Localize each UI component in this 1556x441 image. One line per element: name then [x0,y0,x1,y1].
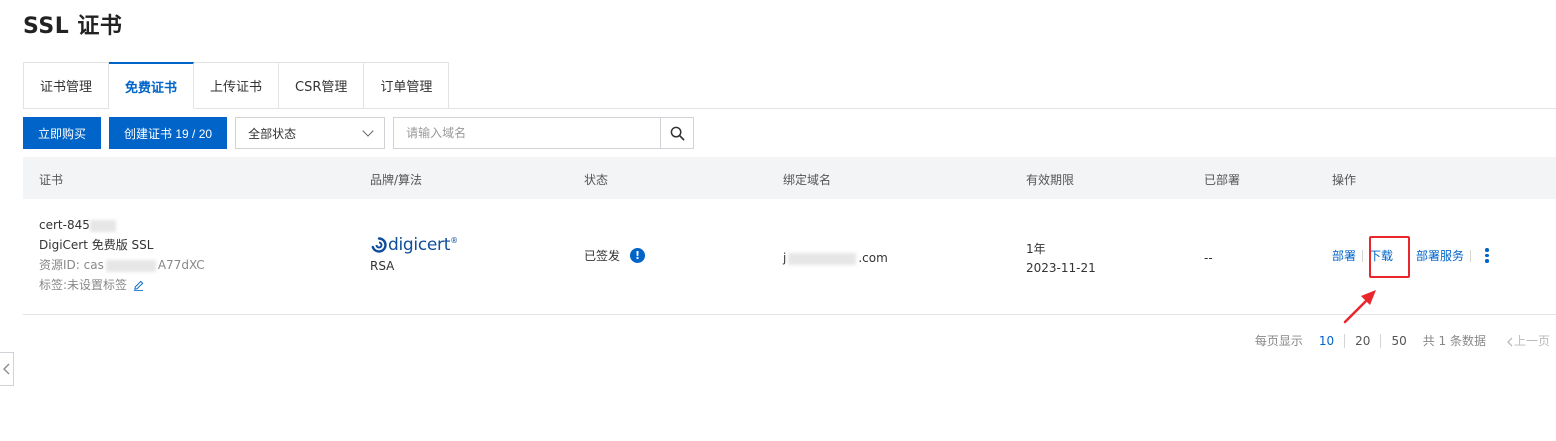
redacted-text [105,259,156,272]
column-header-validity: 有效期限 [1026,173,1075,187]
cert-tags[interactable]: 标签:未设置标签 [39,275,205,295]
tab-free-certs[interactable]: 免费证书 [109,62,195,109]
domain-cell: j .com [783,251,888,265]
cert-name-text: cert-845 [39,218,90,232]
column-header-cert: 证书 [39,173,64,187]
chevron-left-icon [1507,337,1513,346]
validity-period: 1年 [1026,242,1046,256]
tab-csr-management[interactable]: CSR管理 [279,62,365,109]
algorithm: RSA [370,259,395,273]
column-header-domain: 绑定域名 [783,173,832,187]
page-size-20[interactable]: 20 [1345,334,1380,348]
table-row: cert-845 DigiCert 免费版 SSL 资源ID: cas A77dX… [23,199,1556,315]
prev-page-label: 上一页 [1513,334,1550,348]
cert-name: cert-845 [39,215,205,235]
column-header-deployed: 已部署 [1204,173,1241,187]
column-header-actions: 操作 [1332,173,1357,187]
status-filter-select[interactable]: 全部状态 [235,117,386,149]
brand-info: digicert ® RSA [370,235,458,273]
domain-suffix: .com [858,251,888,265]
divider [1362,249,1364,262]
search-icon [670,126,684,140]
deploy-service-link[interactable]: 部署服务 [1416,247,1464,264]
column-header-brand: 品牌/算法 [370,173,423,187]
validity-date: 2023-11-21 [1026,261,1096,275]
resource-id-suffix: A77dXC [157,258,205,272]
cert-table: 证书 品牌/算法 状态 绑定域名 有效期限 已部署 操作 cert-845 Di… [23,157,1556,315]
page-size-10[interactable]: 10 [1309,334,1344,348]
more-actions-icon[interactable] [1485,248,1489,263]
redacted-text [89,219,116,232]
digicert-mark-icon [371,237,387,253]
resource-id-prefix: 资源ID: cas [39,258,104,272]
page-title: SSL 证书 [23,14,123,39]
status-text: 已签发 [584,249,621,263]
annotation-arrow-icon [1343,290,1376,324]
total-count: 共 1 条数据 [1422,334,1486,348]
download-highlight-box [1369,236,1410,278]
chevron-down-icon [362,125,374,137]
tab-upload-cert[interactable]: 上传证书 [194,62,280,109]
table-header: 证书 品牌/算法 状态 绑定域名 有效期限 已部署 操作 [23,157,1556,199]
deploy-link[interactable]: 部署 [1332,247,1356,264]
divider [1470,249,1472,262]
sidebar-collapse-handle[interactable] [0,352,14,386]
edit-icon[interactable] [133,280,144,291]
tab-cert-management[interactable]: 证书管理 [23,62,110,109]
column-header-status: 状态 [584,173,609,187]
page-size-50[interactable]: 50 [1381,334,1416,348]
per-page-label: 每页显示 [1254,334,1303,348]
chevron-left-icon [3,363,10,375]
validity-cell: 1年 2023-11-21 [1026,240,1096,278]
actions-cell: 部署 下载 部署服务 [1332,247,1489,264]
redacted-text [788,252,857,265]
cert-type: DigiCert 免费版 SSL [39,238,154,252]
info-icon[interactable]: ! [630,248,646,263]
status-cell: 已签发 ! [584,247,646,264]
cert-info: cert-845 DigiCert 免费版 SSL 资源ID: cas A77dX… [39,215,205,295]
resource-id: 资源ID: cas A77dXC [39,255,205,275]
search-button[interactable] [661,117,695,149]
create-cert-button[interactable]: 创建证书 19 / 20 [109,117,228,149]
pagination: 每页显示 10 20 50 共 1 条数据 上一页 [1255,332,1550,349]
status-filter-value: 全部状态 [248,126,297,141]
digicert-logo-text: digicert [388,235,451,255]
domain-prefix: j [783,251,787,265]
search-box [393,117,695,149]
tab-order-management[interactable]: 订单管理 [364,62,450,109]
toolbar: 立即购买 创建证书 19 / 20 全部状态 [23,117,695,149]
tab-bar: 证书管理 免费证书 上传证书 CSR管理 订单管理 [23,62,450,109]
prev-page-button[interactable]: 上一页 [1506,332,1550,349]
buy-now-button[interactable]: 立即购买 [23,117,102,149]
domain-search-input[interactable] [393,117,662,149]
tags-text: 标签:未设置标签 [39,278,128,292]
digicert-logo: digicert ® [370,235,458,255]
deployed-value: -- [1204,251,1213,265]
